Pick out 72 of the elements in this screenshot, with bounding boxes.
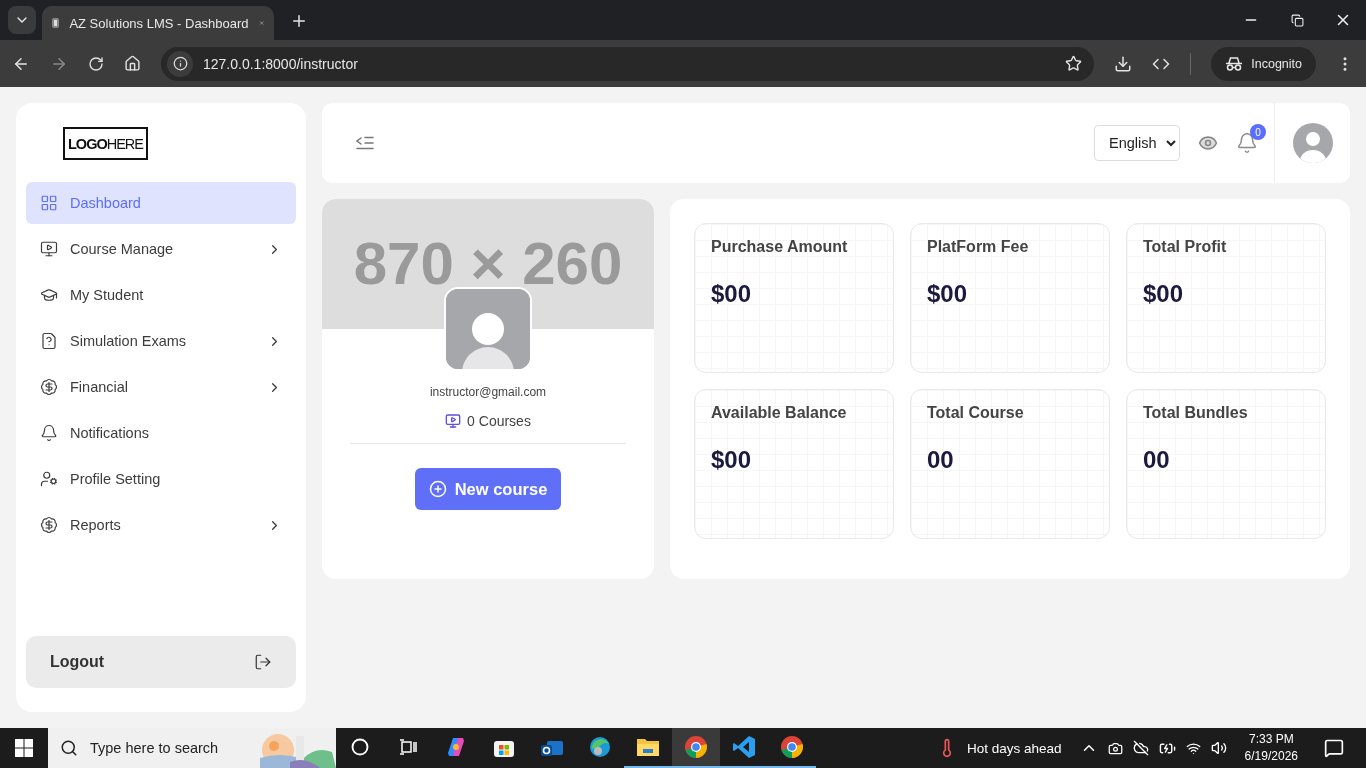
weather-text[interactable]: Hot days ahead (967, 740, 1062, 756)
collapse-menu-icon[interactable] (356, 136, 374, 150)
circle-icon (351, 738, 369, 756)
volume-icon[interactable] (1210, 740, 1227, 756)
info-icon[interactable] (167, 50, 193, 77)
stat-label: Total Course (927, 404, 1025, 422)
stat-value: 00 (927, 446, 955, 474)
language-select[interactable]: English (1094, 125, 1180, 161)
stat-label: Purchase Amount (711, 238, 849, 256)
new-tab-button[interactable] (290, 12, 308, 30)
stat-label: PlatForm Fee (927, 238, 1030, 256)
sidebar-item[interactable]: Simulation Exams (26, 320, 296, 362)
dollar-icon (40, 516, 58, 534)
stat-value: 00 (1143, 446, 1171, 474)
logout-icon (254, 653, 272, 671)
folder-icon (636, 736, 660, 758)
stat-value: $00 (711, 280, 753, 308)
email-text: instructor@gmail.com (429, 385, 547, 399)
incognito-icon (1225, 56, 1244, 71)
plus-circle-icon (428, 480, 447, 498)
wifi-icon[interactable] (1185, 740, 1201, 756)
sidebar-item[interactable]: Course Manage (26, 228, 296, 270)
address-bar[interactable]: 127.0.0.1:8000/instructor (161, 46, 1095, 81)
bell-icon (40, 424, 58, 442)
taskbar-search-field[interactable]: Type here to search (48, 728, 336, 768)
stat-value: $00 (1143, 280, 1185, 308)
courses-count: 0 Courses (467, 413, 531, 429)
stat-value: $00 (711, 446, 753, 474)
taskbar-app[interactable] (672, 728, 720, 768)
monitor-play-icon (40, 240, 58, 258)
graduation-cap-icon (40, 286, 58, 304)
cloud-off-icon[interactable] (1132, 740, 1149, 756)
sidebar-item[interactable]: Profile Setting (26, 458, 296, 500)
restore-icon[interactable] (1290, 13, 1304, 27)
eye-icon[interactable] (1198, 133, 1218, 153)
home-icon[interactable] (124, 55, 141, 72)
incognito-button[interactable]: Incognito (1211, 46, 1316, 81)
code-editor-icon (732, 735, 756, 759)
tab-title: AZ Solutions LMS - Dashboard (69, 15, 249, 31)
new-course-button[interactable]: New course (414, 468, 562, 510)
windows-logo-icon[interactable] (15, 739, 33, 757)
sidebar-item[interactable]: Reports (26, 504, 296, 546)
notification-center-icon[interactable] (1324, 738, 1344, 758)
clock[interactable]: 7:33 PM 6/19/2026 (1244, 731, 1298, 765)
chrome-icon (684, 735, 708, 759)
logo: LOGOHERE (63, 127, 148, 160)
monitor-play-icon (445, 413, 462, 429)
download-icon[interactable] (1114, 54, 1133, 73)
stat-label: Available Balance (711, 404, 848, 422)
notification-count: 0 (1250, 124, 1266, 140)
stat-label: Total Profit (1143, 238, 1228, 256)
placeholder-size-text: 870 × 260 (353, 229, 623, 299)
favicon-icon (52, 18, 60, 28)
sidebar-item[interactable]: Notifications (26, 412, 296, 454)
stat-value: $00 (927, 280, 969, 308)
chrome-icon (780, 735, 804, 759)
url-text: 127.0.0.1:8000/instructor (203, 55, 359, 72)
task-view-icon (399, 739, 417, 755)
user-gear-icon (40, 470, 58, 488)
edge-icon (588, 735, 612, 759)
bookmark-star-icon[interactable] (1065, 55, 1083, 72)
question-file-icon (40, 332, 58, 350)
browser-tab[interactable]: AZ Solutions LMS - Dashboard (42, 6, 274, 40)
logout-button[interactable]: Logout (26, 636, 296, 688)
dollar-icon (40, 378, 58, 396)
search-icon (60, 739, 78, 757)
reload-icon[interactable] (88, 55, 104, 72)
camera-icon[interactable] (1107, 740, 1123, 756)
grid-icon (40, 194, 58, 212)
sidebar-item[interactable]: Financial (26, 366, 296, 408)
sidebar-item[interactable]: My Student (26, 274, 296, 316)
stat-label: Total Bundles (1143, 404, 1249, 422)
